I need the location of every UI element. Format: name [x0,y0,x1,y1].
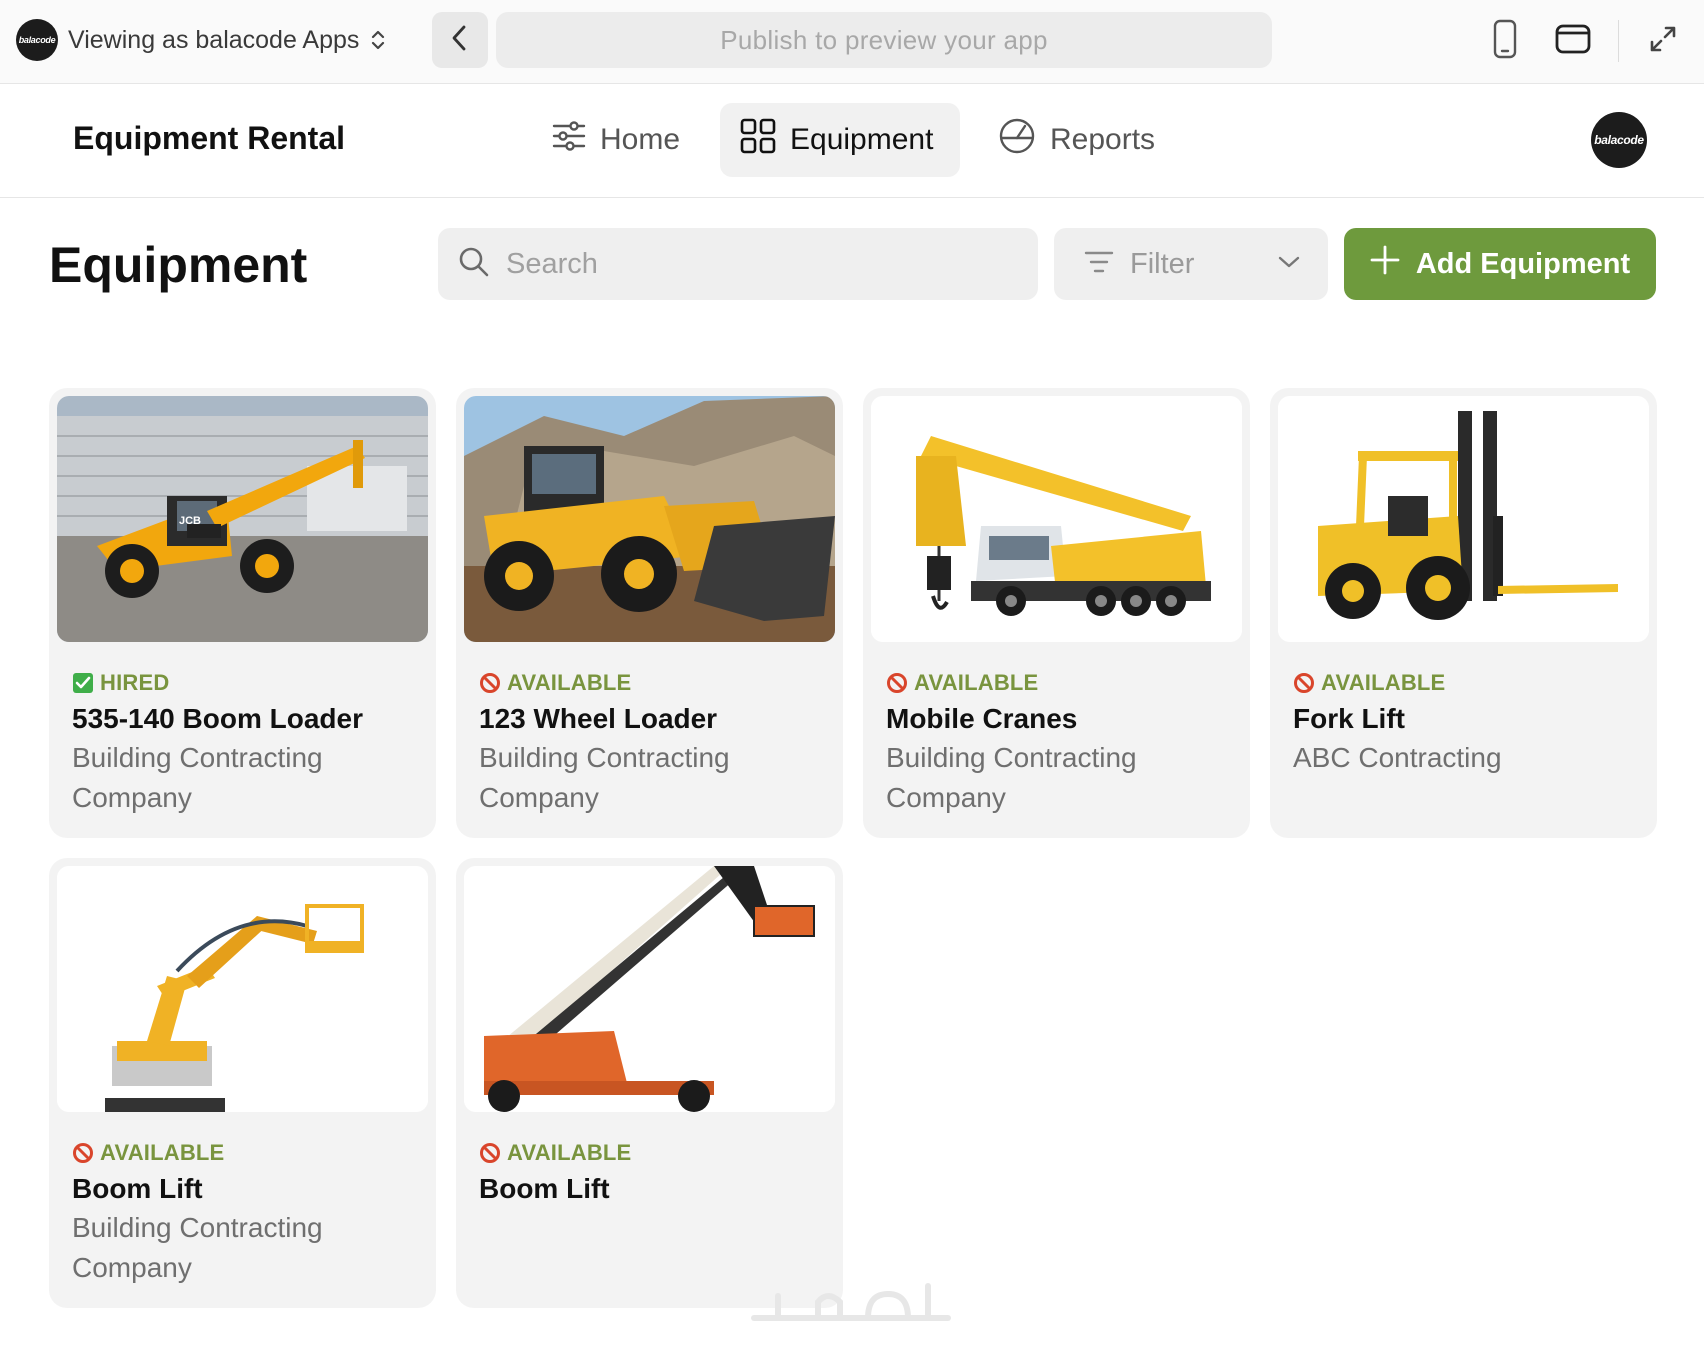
filter-dropdown[interactable]: Filter [1054,228,1328,300]
add-equipment-button[interactable]: Add Equipment [1344,228,1656,300]
equipment-name: Fork Lift [1293,703,1405,734]
nav-equipment[interactable]: Equipment [720,103,960,177]
equipment-card[interactable]: AVAILABLE Boom Lift [456,858,843,1308]
prohibited-icon [72,1142,94,1164]
equipment-image-telescopic-boom-lift [464,866,835,1112]
window-icon [1555,24,1591,59]
mobile-view-button[interactable] [1482,18,1528,64]
sliders-icon [552,121,586,159]
status-badge: HIRED [72,670,414,696]
status-text: AVAILABLE [914,670,1039,695]
chevron-up-down-icon [369,26,387,54]
expand-icon [1648,24,1678,59]
status-text: HIRED [100,670,170,695]
equipment-name: Boom Lift [72,1173,203,1204]
desktop-view-button[interactable] [1550,18,1596,64]
equipment-image-telehandler: JCB [57,396,428,642]
equipment-image-articulating-boom-lift [57,866,428,1112]
equipment-card[interactable]: AVAILABLE 123 Wheel Loader Building Cont… [456,388,843,838]
equipment-name: 123 Wheel Loader [479,703,718,734]
status-badge: AVAILABLE [1293,670,1635,696]
filter-icon [1084,250,1114,279]
status-text: AVAILABLE [507,670,632,695]
nav-home[interactable]: Home [532,103,700,177]
toolbar-divider [1618,20,1619,62]
status-text: AVAILABLE [507,1140,632,1165]
balacode-logo: balacode [16,19,58,61]
viewing-as-label: Viewing as balacode Apps [68,25,360,54]
equipment-card[interactable]: AVAILABLE Fork Lift ABC Contracting [1270,388,1657,838]
status-badge: AVAILABLE [479,670,821,696]
back-button[interactable] [432,12,488,68]
prohibited-icon [886,672,908,694]
equipment-company: Building Contracting Company [72,742,323,813]
equipment-card[interactable]: AVAILABLE Mobile Cranes Building Contrac… [863,388,1250,838]
prohibited-icon [479,1142,501,1164]
equipment-company: Building Contracting Company [72,1212,323,1283]
status-badge: AVAILABLE [886,670,1228,696]
nav-reports[interactable]: Reports [978,103,1175,177]
chevron-down-icon [1278,255,1300,274]
equipment-grid: JCB HIRED 535-140 Boom Loader Building C… [49,388,1657,1308]
equipment-company: Building Contracting Company [886,742,1137,813]
chevron-left-icon [449,23,471,58]
prohibited-icon [1293,672,1315,694]
page-title: Equipment [49,237,308,293]
equipment-card[interactable]: AVAILABLE Boom Lift Building Contracting… [49,858,436,1308]
filter-label: Filter [1130,247,1195,280]
equipment-image-wheel-loader [464,396,835,642]
status-badge: AVAILABLE [72,1140,414,1166]
app-title: Equipment Rental [73,120,346,156]
equipment-company: Building Contracting Company [479,742,730,813]
gauge-icon [998,117,1036,163]
preview-toolbar: balacode Viewing as balacode Apps Publis… [0,0,1704,84]
equipment-image-mobile-crane [871,396,1242,642]
check-icon [72,672,94,694]
plus-icon [1370,245,1400,283]
avatar[interactable]: balacode [1591,112,1647,168]
grid-icon [740,118,776,162]
equipment-name: Mobile Cranes [886,703,1078,734]
search-input[interactable] [506,247,1006,281]
status-text: AVAILABLE [1321,670,1446,695]
svg-text:JCB: JCB [179,515,201,527]
equipment-card[interactable]: JCB HIRED 535-140 Boom Loader Building C… [49,388,436,838]
equipment-name: Boom Lift [479,1173,610,1204]
nav-home-label: Home [600,123,681,156]
phone-icon [1492,19,1518,64]
prohibited-icon [479,672,501,694]
preview-url-bar[interactable]: Publish to preview your app [496,12,1272,68]
viewing-as-switcher[interactable]: balacode Viewing as balacode Apps [16,18,387,62]
search-icon [458,246,490,283]
nav-reports-label: Reports [1050,123,1156,156]
equipment-name: 535-140 Boom Loader [72,703,363,734]
equipment-company: ABC Contracting [1293,742,1502,773]
watermark [748,1272,956,1332]
status-text: AVAILABLE [100,1140,225,1165]
add-equipment-label: Add Equipment [1415,247,1631,280]
app-header: Equipment Rental Home Equipment Reports … [0,84,1704,198]
equipment-image-forklift [1278,396,1649,642]
status-badge: AVAILABLE [479,1140,821,1166]
search-box [438,228,1038,300]
fullscreen-button[interactable] [1640,18,1686,64]
nav-equipment-label: Equipment [790,123,934,156]
